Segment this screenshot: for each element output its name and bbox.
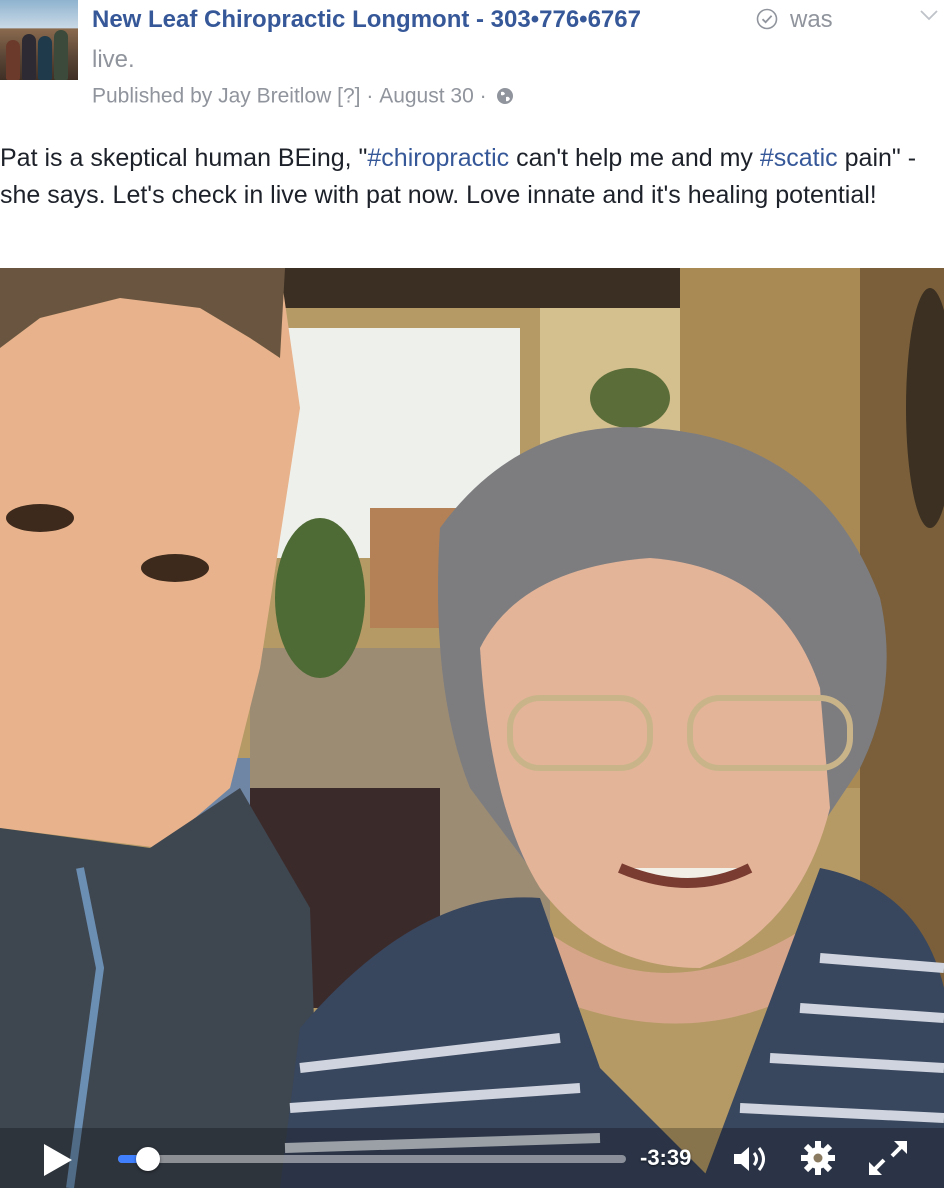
post-text: Pat is a skeptical human BEing, "#chirop… (0, 140, 940, 214)
text-segment: can't help me and my (509, 144, 760, 172)
meta-separator-2: · (479, 84, 487, 108)
live-status-text-cont: live. (92, 46, 135, 73)
globe-icon[interactable] (496, 87, 514, 105)
progress-thumb[interactable] (136, 1147, 160, 1171)
published-by[interactable]: Published by Jay Breitlow (92, 84, 331, 107)
play-icon[interactable] (36, 1142, 76, 1178)
hashtag-chiropractic[interactable]: #chiropractic (367, 144, 509, 172)
post-meta: Published by Jay Breitlow [?] · August 3… (92, 84, 514, 108)
fullscreen-icon[interactable] (866, 1138, 910, 1178)
video-player[interactable]: -3:39 (0, 268, 944, 1188)
text-segment: Pat is a skeptical human BEing, " (0, 144, 368, 172)
post-date[interactable]: August 30 (379, 84, 474, 107)
progress-track[interactable] (118, 1147, 626, 1171)
meta-separator: · (366, 84, 374, 108)
chevron-down-icon[interactable] (918, 6, 940, 24)
help-link[interactable]: [?] (337, 84, 360, 107)
live-status-text: was (790, 6, 833, 33)
gear-icon[interactable] (800, 1140, 836, 1176)
video-frame (0, 268, 944, 1188)
page-avatar[interactable] (0, 0, 78, 80)
hashtag-scatic[interactable]: #scatic (760, 144, 838, 172)
volume-icon[interactable] (730, 1142, 774, 1176)
page-name-link[interactable]: New Leaf Chiropractic Longmont - 303•776… (92, 6, 641, 34)
video-controls: -3:39 (0, 1128, 944, 1188)
post-header: New Leaf Chiropractic Longmont - 303•776… (0, 0, 944, 120)
time-remaining: -3:39 (640, 1145, 692, 1170)
verified-check-icon (756, 8, 778, 30)
